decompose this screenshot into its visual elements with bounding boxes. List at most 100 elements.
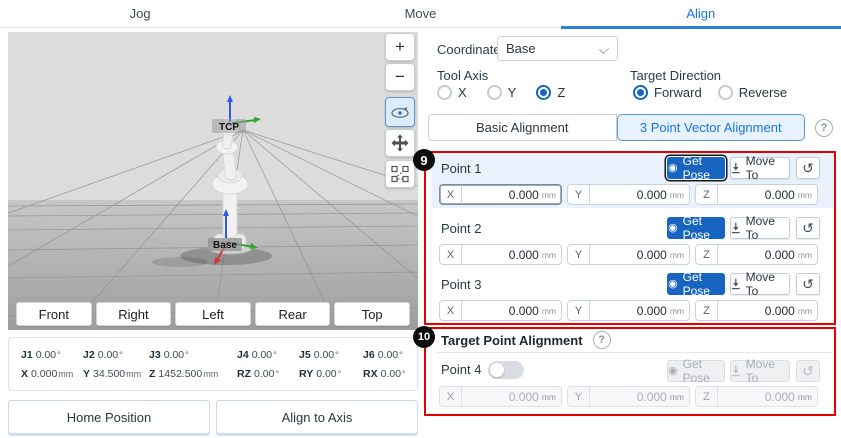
reset-icon: ↺ bbox=[802, 220, 814, 237]
joint-j5-value: J50.00° bbox=[299, 349, 363, 361]
point3-reset-button[interactable]: ↺ bbox=[796, 273, 820, 295]
get-pose-icon: ◉ bbox=[668, 279, 678, 290]
move-to-icon bbox=[731, 162, 741, 174]
target-direction-label: Target Direction bbox=[630, 68, 721, 83]
point4-get-pose-button[interactable]: ◉ Get Pose bbox=[667, 360, 725, 382]
tab-3-point-vector-alignment[interactable]: 3 Point Vector Alignment bbox=[617, 114, 806, 141]
tool-axis-y-radio[interactable]: Y bbox=[487, 85, 517, 100]
point2-fields: X 0.000 mm Y 0.000 mm Z 0.000 mm bbox=[439, 244, 818, 265]
target-point-alignment-section: Target Point Alignment ? Point 4 ◉ Get P… bbox=[432, 328, 834, 414]
point3-label: Point 3 bbox=[441, 277, 481, 292]
radio-selected-icon bbox=[536, 85, 551, 100]
radio-icon bbox=[718, 85, 733, 100]
pan-button[interactable] bbox=[385, 129, 415, 157]
annotation-badge-9: 9 bbox=[413, 149, 435, 171]
point4-toggle[interactable] bbox=[488, 361, 524, 379]
point4-row: Point 4 ◉ Get Pose Move To ↺ bbox=[432, 356, 834, 382]
point2-z-field[interactable]: Z 0.000 mm bbox=[695, 244, 818, 265]
tab-align[interactable]: Align bbox=[561, 0, 841, 27]
radio-icon bbox=[487, 85, 502, 100]
point1-move-to-button[interactable]: Move To bbox=[730, 157, 790, 179]
orbit-icon bbox=[390, 102, 410, 122]
point4-z-field[interactable]: Z 0.000 mm bbox=[695, 386, 818, 407]
reset-icon: ↺ bbox=[802, 160, 814, 177]
reset-icon: ↺ bbox=[802, 363, 814, 380]
robot-scene: TCP Base bbox=[8, 32, 418, 330]
view-top-button[interactable]: Top bbox=[334, 302, 410, 326]
point1-y-field[interactable]: Y 0.000 mm bbox=[567, 184, 690, 205]
radio-selected-icon bbox=[633, 85, 648, 100]
point1-reset-button[interactable]: ↺ bbox=[796, 157, 820, 179]
point3-move-to-button[interactable]: Move To bbox=[730, 273, 790, 295]
robot-status-panel: J10.00° J20.00° J30.00° J40.00° J50.00° … bbox=[8, 337, 418, 391]
base-label: Base bbox=[213, 240, 237, 251]
3d-viewport[interactable]: TCP Base + − bbox=[8, 32, 418, 330]
view-front-button[interactable]: Front bbox=[16, 302, 92, 326]
tool-axis-x-radio[interactable]: X bbox=[437, 85, 467, 100]
target-point-alignment-title: Target Point Alignment ? bbox=[441, 331, 611, 349]
move-to-icon bbox=[731, 278, 741, 290]
point2-get-pose-button[interactable]: ◉ Get Pose bbox=[667, 217, 725, 239]
measure-points-icon bbox=[391, 165, 409, 183]
point4-x-field[interactable]: X 0.000 mm bbox=[439, 386, 562, 407]
direction-forward-radio[interactable]: Forward bbox=[633, 85, 702, 100]
alignment-help-icon[interactable]: ? bbox=[815, 119, 833, 137]
pose-ry-value: RY0.00° bbox=[299, 368, 363, 380]
view-preset-row: Front Right Left Rear Top bbox=[16, 302, 410, 326]
point4-move-to-button[interactable]: Move To bbox=[730, 360, 790, 382]
point3-get-pose-button[interactable]: ◉ Get Pose bbox=[667, 273, 725, 295]
direction-reverse-radio[interactable]: Reverse bbox=[718, 85, 787, 100]
pose-rx-value: RX0.00° bbox=[363, 368, 417, 380]
align-to-axis-button[interactable]: Align to Axis bbox=[216, 400, 418, 434]
point3-y-field[interactable]: Y 0.000 mm bbox=[567, 300, 690, 321]
point1-fields: X 0.000 mm Y 0.000 mm Z 0.000 mm bbox=[439, 184, 818, 205]
point3-block: Point 3 ◉ Get Pose Move To ↺ X 0.000 mm … bbox=[432, 269, 834, 324]
chevron-down-icon bbox=[600, 45, 608, 53]
tab-jog[interactable]: Jog bbox=[0, 0, 280, 27]
point2-move-to-button[interactable]: Move To bbox=[730, 217, 790, 239]
zoom-in-button[interactable]: + bbox=[385, 33, 415, 61]
point1-label: Point 1 bbox=[441, 161, 481, 176]
view-right-button[interactable]: Right bbox=[96, 302, 172, 326]
section-divider bbox=[437, 352, 832, 353]
home-position-button[interactable]: Home Position bbox=[8, 400, 210, 434]
radio-icon bbox=[437, 85, 452, 100]
pose-x-value: X0.000mm bbox=[21, 368, 83, 380]
coordinates-value: Base bbox=[506, 41, 536, 56]
joint-j3-value: J30.00° bbox=[149, 349, 237, 361]
point2-x-field[interactable]: X 0.000 mm bbox=[439, 244, 562, 265]
point3-z-field[interactable]: Z 0.000 mm bbox=[695, 300, 818, 321]
point2-reset-button[interactable]: ↺ bbox=[796, 217, 820, 239]
point1-x-field[interactable]: X 0.000 mm bbox=[439, 184, 562, 205]
align-screen: Jog Move Align bbox=[0, 0, 841, 438]
joint-j6-value: J60.00° bbox=[363, 349, 417, 361]
point2-y-field[interactable]: Y 0.000 mm bbox=[567, 244, 690, 265]
point3-x-field[interactable]: X 0.000 mm bbox=[439, 300, 562, 321]
top-tabbar: Jog Move Align bbox=[0, 0, 841, 28]
measure-points-button[interactable] bbox=[385, 160, 415, 188]
tool-axis-z-radio[interactable]: Z bbox=[536, 85, 565, 100]
point1-z-field[interactable]: Z 0.000 mm bbox=[695, 184, 818, 205]
point3-fields: X 0.000 mm Y 0.000 mm Z 0.000 mm bbox=[439, 300, 818, 321]
point4-reset-button[interactable]: ↺ bbox=[796, 360, 820, 382]
point1-get-pose-button[interactable]: ◉ Get Pose bbox=[667, 157, 725, 179]
pan-icon bbox=[391, 134, 409, 152]
orbit-rotate-button[interactable] bbox=[385, 97, 415, 127]
pose-rz-value: RZ0.00° bbox=[237, 368, 299, 380]
move-to-icon bbox=[731, 222, 741, 234]
tcp-label: TCP bbox=[219, 122, 239, 133]
tool-axis-radiogroup: X Y Z bbox=[437, 85, 565, 100]
pose-y-value: Y34.500mm bbox=[83, 368, 149, 380]
get-pose-icon: ◉ bbox=[668, 223, 678, 234]
target-point-help-icon[interactable]: ? bbox=[593, 331, 611, 349]
point4-label: Point 4 bbox=[441, 362, 481, 377]
view-left-button[interactable]: Left bbox=[175, 302, 251, 326]
coordinates-select[interactable]: Base bbox=[497, 36, 618, 61]
zoom-out-button[interactable]: − bbox=[385, 63, 415, 91]
point4-y-field[interactable]: Y 0.000 mm bbox=[567, 386, 690, 407]
tab-basic-alignment[interactable]: Basic Alignment bbox=[428, 114, 617, 141]
tab-move[interactable]: Move bbox=[280, 0, 560, 27]
pose-z-value: Z1452.500mm bbox=[149, 368, 237, 380]
view-rear-button[interactable]: Rear bbox=[255, 302, 331, 326]
point2-block: Point 2 ◉ Get Pose Move To ↺ X 0.000 mm … bbox=[432, 213, 834, 268]
